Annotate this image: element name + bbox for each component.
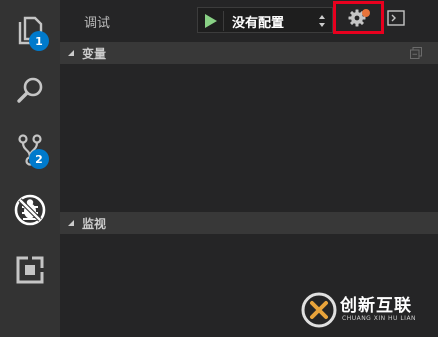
debug-console-icon[interactable] [387,10,405,26]
collapse-all-icon[interactable] [410,47,422,59]
highlight-box [333,1,384,34]
start-debugging-icon[interactable] [204,13,218,29]
config-select-value: 没有配置 [232,16,285,31]
variables-section-header[interactable]: 变量 [60,42,438,64]
logo-mark-icon [301,292,337,328]
watermark-logo: 创新互联 CHUANG XIN HU LIAN [298,289,438,337]
activity-debug[interactable] [0,180,60,240]
debug-icon [14,194,46,226]
variables-tree [60,64,438,212]
source-control-badge: 2 [29,149,49,169]
watermark-text: 创新互联 [340,296,412,316]
explorer-badge: 1 [29,31,49,51]
select-arrows-icon [319,15,325,27]
debug-sidebar: 调试 没有配置 变量 监视 [60,0,438,337]
config-status-dot [362,9,370,17]
panel-title: 调试 [84,16,111,31]
activity-search[interactable] [0,60,60,120]
chevron-down-icon [68,220,74,226]
activity-source-control[interactable]: 2 [0,120,60,180]
debug-title-bar: 调试 没有配置 [60,0,438,40]
select-separator [223,11,224,31]
chevron-down-icon [68,50,74,56]
watch-section-header[interactable]: 监视 [60,212,438,234]
watch-section-label: 监视 [82,217,107,231]
activity-bar: 1 2 [0,0,60,337]
extensions-icon [16,256,44,284]
watermark-subtext: CHUANG XIN HU LIAN [342,315,417,322]
search-icon [17,77,43,103]
activity-extensions[interactable] [0,240,60,300]
activity-explorer[interactable]: 1 [0,0,60,60]
variables-section-label: 变量 [82,47,107,61]
debug-config-select[interactable]: 没有配置 [197,7,333,33]
